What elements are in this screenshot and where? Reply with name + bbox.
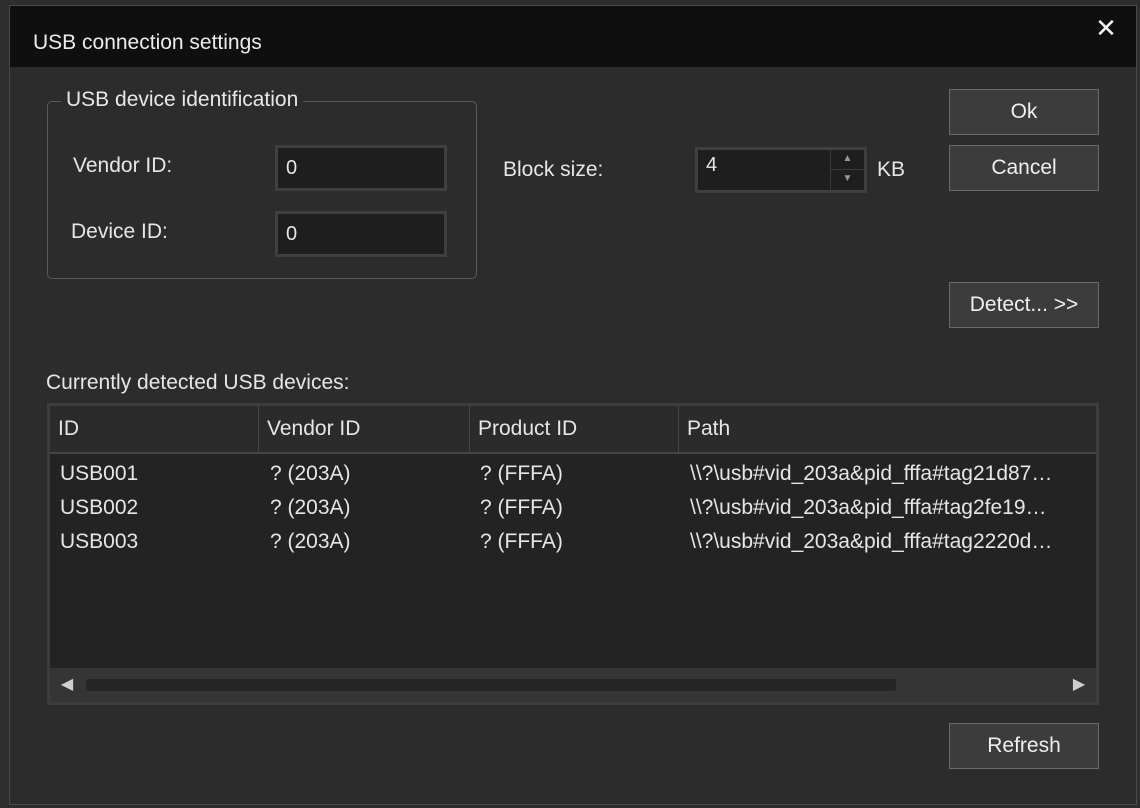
cell-product-id: ? (FFFA) — [480, 496, 563, 519]
cell-product-id: ? (FFFA) — [480, 462, 563, 485]
device-id-input[interactable] — [275, 211, 447, 257]
refresh-button[interactable]: Refresh — [949, 723, 1099, 769]
column-header-path[interactable]: Path — [679, 406, 1096, 452]
cell-id: USB001 — [60, 462, 139, 485]
column-header-id[interactable]: ID — [50, 406, 259, 452]
table-row[interactable]: USB003 ? (203A) ? (FFFA) \\?\usb#vid_203… — [50, 525, 1096, 559]
table-row[interactable]: USB002 ? (203A) ? (FFFA) \\?\usb#vid_203… — [50, 491, 1096, 525]
device-list[interactable]: ID Vendor ID Product ID Path USB001 ? (2… — [47, 403, 1099, 705]
detected-devices-label: Currently detected USB devices: — [46, 371, 350, 394]
group-legend: USB device identification — [61, 88, 304, 112]
column-header-vendor-id[interactable]: Vendor ID — [259, 406, 470, 452]
cell-vendor-id: ? (203A) — [270, 530, 351, 553]
chevron-up-icon[interactable]: ▲ — [831, 150, 864, 170]
block-size-stepper[interactable]: 4 ▲ ▼ — [695, 147, 867, 193]
scrollbar-thumb[interactable] — [86, 679, 896, 691]
stepper-arrows: ▲ ▼ — [830, 150, 864, 190]
detect-button[interactable]: Detect... >> — [949, 282, 1099, 328]
title-bar[interactable]: USB connection settings ✕ — [10, 6, 1136, 67]
cell-path: \\?\usb#vid_203a&pid_fffa#tag2fe19… — [690, 496, 1047, 519]
device-id-label: Device ID: — [71, 220, 168, 243]
ok-button[interactable]: Ok — [949, 89, 1099, 135]
cell-id: USB003 — [60, 530, 139, 553]
dialog-title: USB connection settings — [33, 31, 262, 54]
block-size-value: 4 — [706, 154, 718, 176]
cell-path: \\?\usb#vid_203a&pid_fffa#tag21d87… — [690, 462, 1053, 485]
column-header-product-id[interactable]: Product ID — [470, 406, 679, 452]
cell-vendor-id: ? (203A) — [270, 462, 351, 485]
horizontal-scrollbar[interactable]: ◀ ▶ — [50, 668, 1096, 702]
chevron-left-icon[interactable]: ◀ — [52, 668, 82, 702]
usb-settings-dialog: USB connection settings ✕ USB device ide… — [9, 5, 1137, 805]
chevron-right-icon[interactable]: ▶ — [1064, 668, 1094, 702]
chevron-down-icon[interactable]: ▼ — [831, 170, 864, 190]
list-header: ID Vendor ID Product ID Path — [50, 406, 1096, 454]
block-size-label: Block size: — [503, 158, 604, 181]
cell-path: \\?\usb#vid_203a&pid_fffa#tag2220d… — [690, 530, 1053, 553]
close-icon[interactable]: ✕ — [1092, 14, 1120, 42]
table-row[interactable]: USB001 ? (203A) ? (FFFA) \\?\usb#vid_203… — [50, 457, 1096, 491]
block-size-unit: KB — [877, 158, 906, 181]
vendor-id-label: Vendor ID: — [73, 154, 173, 177]
cell-product-id: ? (FFFA) — [480, 530, 563, 553]
cell-id: USB002 — [60, 496, 139, 519]
cell-vendor-id: ? (203A) — [270, 496, 351, 519]
vendor-id-input[interactable] — [275, 145, 447, 191]
cancel-button[interactable]: Cancel — [949, 145, 1099, 191]
